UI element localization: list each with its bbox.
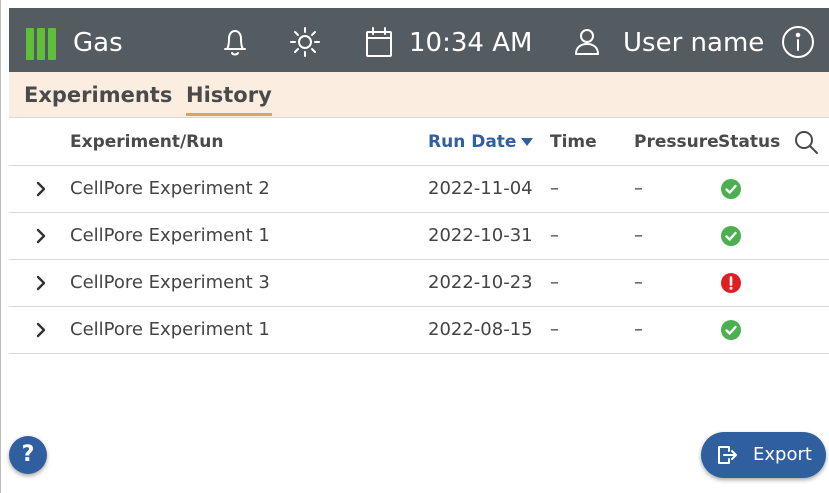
run-date: 2022-10-23 bbox=[428, 272, 533, 293]
run-date: 2022-10-31 bbox=[428, 225, 533, 246]
experiment-name: CellPore Experiment 1 bbox=[70, 319, 270, 340]
tab-experiments[interactable]: Experiments bbox=[24, 82, 172, 108]
run-pressure: – bbox=[634, 319, 643, 340]
tab-history[interactable]: History bbox=[186, 82, 272, 116]
export-label: Export bbox=[753, 444, 812, 465]
tab-bar: Experiments History bbox=[9, 72, 829, 118]
bell-icon[interactable] bbox=[215, 22, 255, 62]
gas-level-icon bbox=[26, 28, 56, 60]
sun-icon[interactable] bbox=[285, 22, 325, 62]
chevron-right-icon[interactable] bbox=[31, 179, 51, 199]
table-row[interactable]: CellPore Experiment 2 2022-11-04 – – bbox=[9, 166, 829, 213]
status-ok-icon bbox=[721, 320, 741, 340]
run-time: – bbox=[550, 272, 559, 293]
run-pressure: – bbox=[634, 225, 643, 246]
run-date: 2022-11-04 bbox=[428, 178, 533, 199]
run-pressure: – bbox=[634, 178, 643, 199]
run-pressure: – bbox=[634, 272, 643, 293]
table-row[interactable]: CellPore Experiment 1 2022-10-31 – – bbox=[9, 213, 829, 260]
chevron-right-icon[interactable] bbox=[31, 320, 51, 340]
run-date-label: Run Date bbox=[428, 132, 517, 152]
export-button[interactable]: Export bbox=[701, 432, 826, 478]
column-header-time: Time bbox=[550, 132, 597, 152]
column-header-experiment-run: Experiment/Run bbox=[70, 132, 224, 152]
column-header-run-date[interactable]: Run Date bbox=[428, 131, 534, 153]
search-icon[interactable] bbox=[792, 128, 820, 156]
app-name: Gas bbox=[73, 28, 123, 58]
user-name[interactable]: User name bbox=[623, 26, 764, 60]
export-icon bbox=[718, 446, 737, 464]
user-icon[interactable] bbox=[567, 22, 607, 62]
sort-descending-icon bbox=[521, 138, 534, 146]
experiment-name: CellPore Experiment 2 bbox=[70, 178, 270, 199]
clock-time: 10:34 AM bbox=[409, 28, 533, 58]
chevron-right-icon[interactable] bbox=[31, 273, 51, 293]
experiment-name: CellPore Experiment 3 bbox=[70, 272, 270, 293]
app-frame: Gas 10:34 AM User name Experiments Histo… bbox=[0, 0, 829, 493]
info-icon[interactable] bbox=[778, 22, 818, 62]
status-ok-icon bbox=[721, 179, 741, 199]
run-time: – bbox=[550, 178, 559, 199]
calendar-icon[interactable] bbox=[359, 22, 399, 62]
run-time: – bbox=[550, 319, 559, 340]
help-button[interactable]: ? bbox=[9, 436, 47, 474]
table-header: Experiment/Run Run Date Time Pressure St… bbox=[9, 118, 829, 166]
table-row[interactable]: CellPore Experiment 3 2022-10-23 – – bbox=[9, 260, 829, 307]
experiment-name: CellPore Experiment 1 bbox=[70, 225, 270, 246]
run-time: – bbox=[550, 225, 559, 246]
status-error-icon bbox=[721, 273, 741, 293]
history-table: Experiment/Run Run Date Time Pressure St… bbox=[9, 118, 829, 354]
chevron-right-icon[interactable] bbox=[31, 226, 51, 246]
column-header-status: Status bbox=[718, 132, 781, 152]
column-header-pressure: Pressure bbox=[634, 132, 719, 152]
status-ok-icon bbox=[721, 226, 741, 246]
table-row[interactable]: CellPore Experiment 1 2022-08-15 – – bbox=[9, 307, 829, 354]
status-bar: Gas 10:34 AM User name bbox=[9, 8, 829, 72]
run-date: 2022-08-15 bbox=[428, 319, 533, 340]
